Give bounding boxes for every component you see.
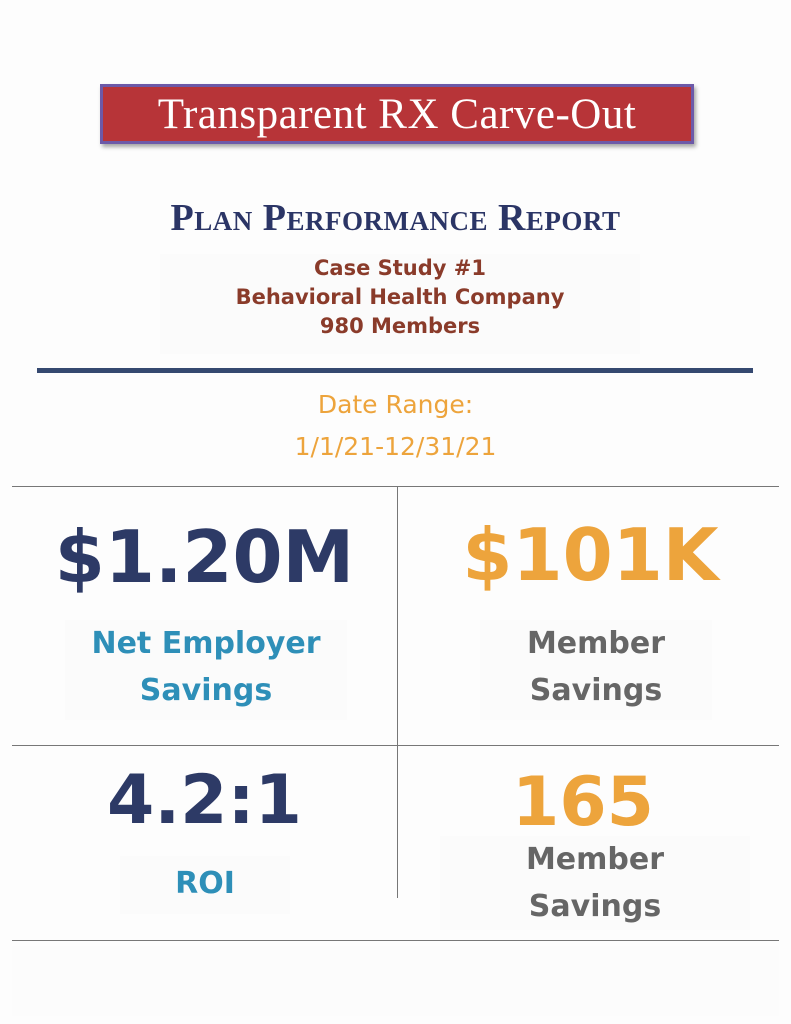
member-count: 980 Members (319, 314, 481, 338)
member-savings-value: $101K (462, 513, 719, 597)
grid-line-middle (12, 745, 779, 746)
case-study-number: Case Study #1 (314, 256, 486, 280)
banner-title: Transparent RX Carve-Out (157, 90, 637, 138)
divider-rule (37, 368, 753, 373)
net-employer-label-line1: Net Employer (91, 626, 321, 661)
date-range-value: 1/1/21-12/31/21 (294, 432, 497, 461)
member-count-value: 165 (512, 763, 654, 842)
member-savings-label: Member Savings (480, 620, 712, 720)
member-count-label: Member Savings (440, 836, 750, 930)
grid-line-top (12, 486, 779, 487)
case-study-block: Case Study #1 Behavioral Health Company … (160, 254, 640, 354)
date-range-label: Date Range: (317, 390, 474, 419)
footer-band (12, 946, 779, 1016)
net-employer-savings-value: $1.20M (54, 515, 355, 599)
title-banner: Transparent RX Carve-Out (100, 84, 694, 144)
member-count-label-line1: Member (525, 842, 665, 877)
roi-label-text: ROI (175, 866, 235, 901)
roi-label: ROI (120, 856, 290, 914)
roi-value: 4.2:1 (107, 761, 302, 840)
member-savings-label-line1: Member (526, 626, 666, 661)
report-title: Plan Performance Report (170, 197, 621, 239)
member-count-label-line2: Savings (528, 889, 662, 924)
net-employer-label-line2: Savings (139, 673, 273, 708)
net-employer-savings-label: Net Employer Savings (65, 620, 347, 720)
company-name: Behavioral Health Company (235, 285, 565, 309)
grid-line-bottom (12, 940, 779, 941)
member-savings-label-line2: Savings (529, 673, 663, 708)
